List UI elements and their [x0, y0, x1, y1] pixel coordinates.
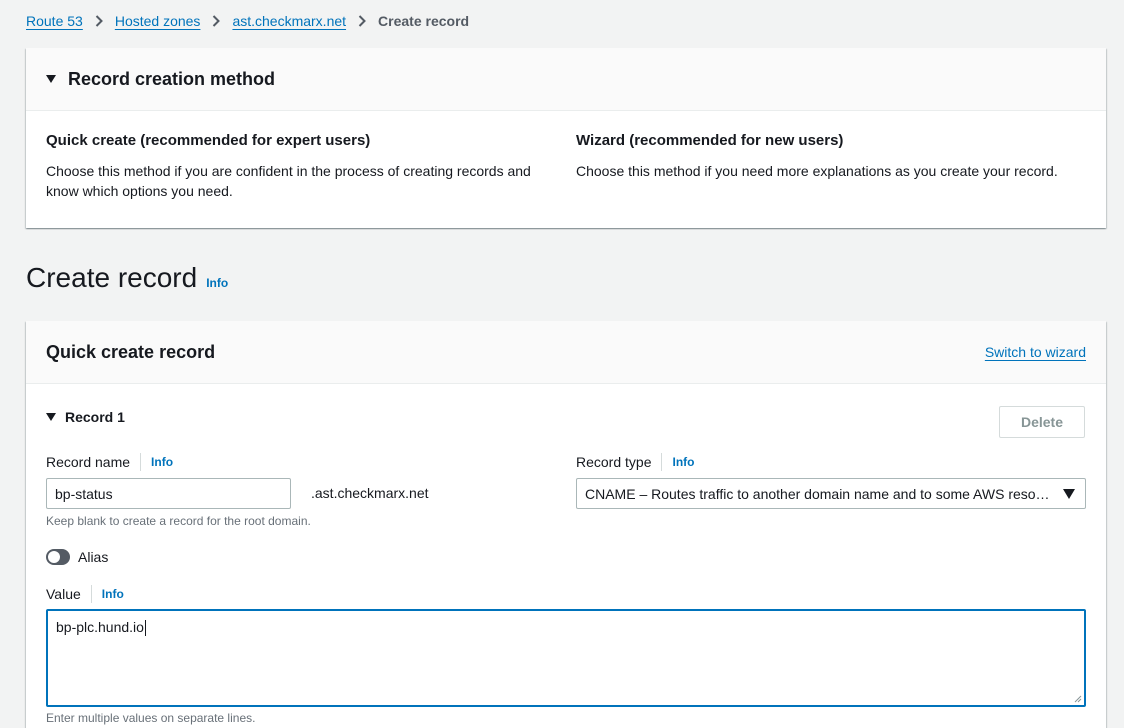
method-panel-header[interactable]: Record creation method [26, 48, 1106, 111]
record-name-info-link[interactable]: Info [151, 455, 173, 469]
value-textarea[interactable]: bp-plc.hund.io [46, 609, 1086, 707]
record-type-selected: CNAME – Routes traffic to another domain… [585, 485, 1050, 502]
alias-label: Alias [78, 549, 109, 565]
value-text: bp-plc.hund.io [56, 619, 144, 635]
record-panel-header: Quick create record Switch to wizard [26, 321, 1106, 384]
page-info-link[interactable]: Info [206, 276, 228, 290]
domain-suffix: .ast.checkmarx.net [311, 485, 429, 501]
value-hint: Enter multiple values on separate lines. [46, 711, 256, 725]
chevron-right-icon [200, 15, 232, 27]
resize-grip-icon[interactable] [1074, 695, 1082, 703]
page-heading: Create record [26, 262, 198, 293]
value-label-row: Value Info [46, 585, 124, 603]
record-1-toggle[interactable]: Record 1 [46, 409, 125, 425]
record-panel-title: Quick create record [46, 341, 216, 362]
record-type-label: Record type [576, 454, 652, 470]
wizard-desc: Choose this method if you need more expl… [576, 163, 1058, 179]
record-type-info-link[interactable]: Info [672, 455, 694, 469]
breadcrumb-zone[interactable]: ast.checkmarx.net [232, 13, 346, 29]
caret-down-icon [46, 413, 56, 421]
record-name-input[interactable]: bp-status [46, 478, 291, 509]
caret-down-icon[interactable] [46, 75, 56, 83]
breadcrumb-hosted-zones[interactable]: Hosted zones [115, 13, 201, 29]
method-panel-title: Record creation method [68, 68, 276, 89]
switch-to-wizard-link[interactable]: Switch to wizard [985, 344, 1086, 360]
wizard-option: Wizard (recommended for new users) Choos… [576, 132, 1086, 181]
quick-create-option: Quick create (recommended for expert use… [46, 132, 556, 201]
breadcrumb-route53[interactable]: Route 53 [26, 13, 83, 29]
page-title: Create record Info [26, 262, 228, 294]
record-1-label: Record 1 [65, 409, 125, 425]
quick-create-desc: Choose this method if you are confident … [46, 163, 531, 199]
quick-create-record-panel: Quick create record Switch to wizard Rec… [26, 321, 1106, 728]
value-info-link[interactable]: Info [102, 587, 124, 601]
chevron-right-icon [83, 15, 115, 27]
record-type-select[interactable]: CNAME – Routes traffic to another domain… [576, 478, 1086, 509]
wizard-title: Wizard (recommended for new users) [576, 132, 844, 149]
label-divider [140, 453, 142, 471]
breadcrumb: Route 53 Hosted zones ast.checkmarx.net … [26, 11, 469, 31]
quick-create-title: Quick create (recommended for expert use… [46, 132, 371, 149]
record-type-label-row: Record type Info [576, 453, 694, 471]
dropdown-arrow-icon [1063, 489, 1075, 499]
delete-button[interactable]: Delete [999, 406, 1085, 438]
record-name-hint: Keep blank to create a record for the ro… [46, 514, 311, 528]
alias-toggle-row: Alias [46, 549, 108, 565]
record-name-label: Record name [46, 454, 131, 470]
label-divider [661, 453, 663, 471]
toggle-knob [48, 551, 60, 563]
alias-toggle[interactable] [46, 549, 70, 565]
value-label: Value [46, 586, 81, 602]
record-creation-method-panel: Record creation method Quick create (rec… [26, 48, 1106, 228]
record-name-label-row: Record name Info [46, 453, 173, 471]
text-cursor [144, 620, 146, 637]
breadcrumb-current: Create record [378, 13, 470, 29]
chevron-right-icon [346, 15, 378, 27]
label-divider [90, 585, 92, 603]
